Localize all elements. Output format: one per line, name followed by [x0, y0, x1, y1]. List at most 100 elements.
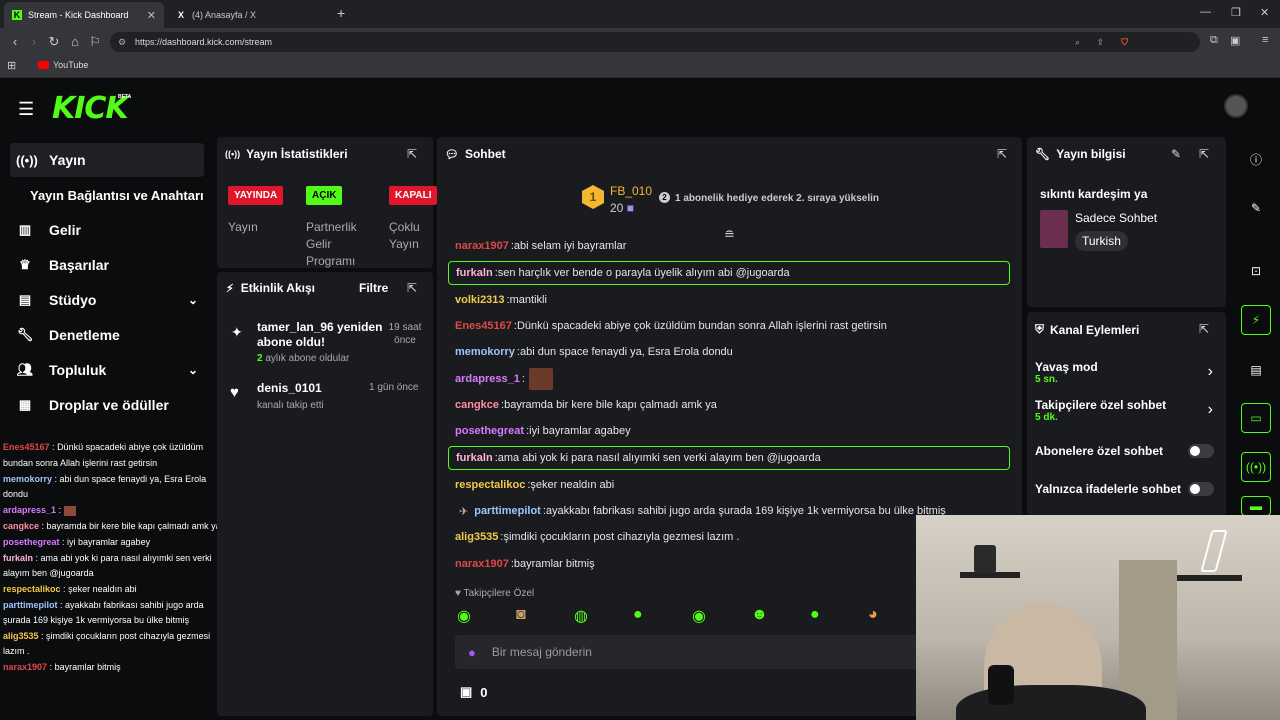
action-label: Abonelere özel sohbet [1035, 444, 1164, 458]
chat-message: alig3535: şimdiki çocukların post cihazı… [455, 531, 740, 543]
sidebar-item-denetleme[interactable]: 🔧︎ Denetleme [10, 318, 204, 352]
chevron-down-icon[interactable]: ⌄ [188, 363, 198, 377]
chevron-down-icon[interactable]: ⌄ [188, 293, 198, 307]
browser-tab-x[interactable]: X (4) Anasayfa / X [168, 2, 328, 28]
sidebar-item-stream-key[interactable]: Yayın Bağlantısı ve Anahtarı [10, 178, 204, 212]
leader-name[interactable]: FB_010 [610, 184, 652, 198]
stat-label: Çoklu Yayın [389, 220, 420, 251]
chevron-right-icon[interactable]: › [1208, 401, 1213, 419]
panel-title: Etkinlik Akışı [240, 281, 315, 295]
menu-icon[interactable]: ≡ [1262, 34, 1268, 46]
hamburger-menu-icon[interactable]: ☰ [18, 99, 34, 120]
stat-label: Yayın [228, 220, 258, 234]
chat-input[interactable]: ● Bir mesaj gönderin [455, 635, 935, 669]
chat-username[interactable]: narax1907 [455, 558, 509, 570]
reload-icon[interactable]: ↻ [46, 34, 62, 50]
home-icon[interactable]: ⌂ [67, 34, 83, 49]
broadcast-icon: ((•)) [225, 149, 241, 159]
chat-username[interactable]: memokorry [455, 346, 515, 358]
edit-icon[interactable]: ✎ [1171, 147, 1181, 161]
info-icon[interactable]: ⓘ [1241, 144, 1271, 174]
bookmark-icon[interactable]: ⚐ [87, 34, 103, 50]
sidebar-item-topluluk[interactable]: 👥︎ Topluluk ⌄ [10, 353, 204, 387]
chat-username[interactable]: cangkce [455, 399, 499, 411]
popout-icon[interactable]: ⇱ [1199, 147, 1209, 161]
close-tab-icon[interactable]: ✕ [147, 9, 156, 22]
panel-header: 🔧︎ Yayın bilgisi [1035, 147, 1126, 161]
popout-icon[interactable]: ⇱ [407, 147, 417, 161]
minimize-icon[interactable]: — [1200, 6, 1211, 18]
mic-icon[interactable]: ● [468, 645, 476, 660]
chat-icon[interactable]: ▭ [1241, 403, 1271, 433]
chat-bubble-icon: 💬︎ [445, 148, 459, 161]
zoom-icon[interactable]: ⌕ [1075, 37, 1080, 48]
video-icon[interactable]: ▬ [1241, 496, 1271, 516]
back-icon[interactable]: ‹ [7, 34, 23, 49]
chevron-right-icon[interactable]: › [1208, 363, 1213, 381]
document-icon[interactable]: ▤ [1241, 355, 1271, 385]
chat-text: abi dun space fenaydi ya, Esra Erola don… [519, 346, 733, 358]
chat-username[interactable]: volki2313 [455, 294, 505, 306]
forward-icon[interactable]: › [26, 34, 42, 49]
avatar[interactable] [1224, 94, 1248, 118]
popout-icon[interactable]: ⇱ [997, 147, 1007, 161]
emote-icon[interactable]: ◉ [457, 606, 471, 626]
chat-username[interactable]: ardapress_1 [455, 373, 520, 385]
emote-icon[interactable]: ☻ [751, 606, 768, 624]
sidebar-item-basarilar[interactable]: ♛ Başarılar [10, 248, 204, 282]
sidebar-item-gelir[interactable]: ▥ Gelir [10, 213, 204, 247]
chat-username[interactable]: narax1907 [455, 240, 509, 252]
sidebar-item-label: Yayın [49, 152, 86, 168]
emote-icon[interactable]: ◕ [868, 606, 878, 624]
edit-icon[interactable]: ✎ [1241, 193, 1271, 223]
category-thumbnail [1040, 210, 1068, 248]
apps-grid-icon[interactable]: ⊞ [7, 59, 16, 72]
brave-shield-icon[interactable]: ⛉ [1121, 37, 1128, 48]
category-name[interactable]: Sadece Sohbet [1075, 211, 1157, 225]
slow-mode-row[interactable]: Yavaş mod 5 sn. › [1035, 360, 1215, 385]
emote-icon[interactable]: ◙ [516, 606, 526, 624]
new-tab-icon[interactable]: + [337, 5, 345, 21]
sidebar-item-studyo[interactable]: ▤ Stüdyo ⌄ [10, 283, 204, 317]
emote-icon[interactable]: ● [633, 606, 643, 624]
filter-button[interactable]: Filtre [359, 281, 388, 295]
share-icon[interactable]: ⇪ [1096, 37, 1104, 48]
bookmark-youtube[interactable]: YouTube [38, 60, 88, 70]
emote-icon[interactable]: ● [810, 606, 820, 624]
kick-logo[interactable]: KICK [52, 91, 129, 126]
event-detail-text: aylık abone oldular [265, 353, 350, 364]
popout-icon[interactable]: ⇱ [1199, 322, 1209, 336]
microphone [988, 665, 1014, 705]
emote-only-toggle[interactable] [1188, 482, 1214, 496]
studio-icon: ▤ [18, 292, 32, 307]
browser-tab-kick[interactable]: K Stream - Kick Dashboard ✕ [4, 2, 164, 28]
sidebar-toggle-icon[interactable]: ▣ [1230, 34, 1240, 47]
chat-username[interactable]: furkaln [456, 267, 493, 279]
chat-username[interactable]: furkaln [456, 452, 493, 464]
sidebar-item-droplar[interactable]: ▦ Droplar ve ödüller [10, 388, 204, 422]
chat-username[interactable]: Enes45167 [455, 320, 512, 332]
site-info-icon[interactable]: ⚙ [118, 37, 126, 48]
emote-icon[interactable]: ◉ [692, 606, 706, 626]
emote-icon[interactable]: ◍ [574, 606, 588, 626]
sidebar-item-yayin[interactable]: ((•)) Yayın [10, 143, 204, 177]
subscribers-only-toggle[interactable] [1188, 444, 1214, 458]
chat-username[interactable]: alig3535 [455, 531, 498, 543]
close-window-icon[interactable]: ✕ [1260, 6, 1269, 19]
chat-username[interactable]: respectalikoc [455, 479, 525, 491]
store-button[interactable]: ▣ 0 [460, 684, 488, 700]
extensions-icon[interactable]: ⧉ [1210, 34, 1218, 47]
url-field[interactable]: ⚙ https://dashboard.kick.com/stream ⌕ ⇪ … [110, 32, 1200, 52]
followers-only-row[interactable]: Takipçilere özel sohbet 5 dk. › [1035, 398, 1215, 423]
crop-icon[interactable]: ⊡ [1241, 256, 1271, 286]
chat-message: respectalikoc: şeker nealdın abi [455, 479, 615, 491]
maximize-icon[interactable]: ❐ [1231, 6, 1241, 19]
chat-message: Enes45167: Dünkü spacadeki abiye çok üzü… [455, 320, 887, 332]
lightning-icon[interactable]: ⚡︎ [1241, 305, 1271, 335]
broadcast-icon[interactable]: ((•)) [1241, 452, 1271, 482]
chat-username[interactable]: posethegreat [455, 425, 524, 437]
store-count: 0 [480, 684, 488, 700]
chat-username: posethegreat [3, 537, 60, 547]
chat-username[interactable]: parttimepilot [474, 505, 541, 517]
popout-icon[interactable]: ⇱ [407, 281, 417, 295]
